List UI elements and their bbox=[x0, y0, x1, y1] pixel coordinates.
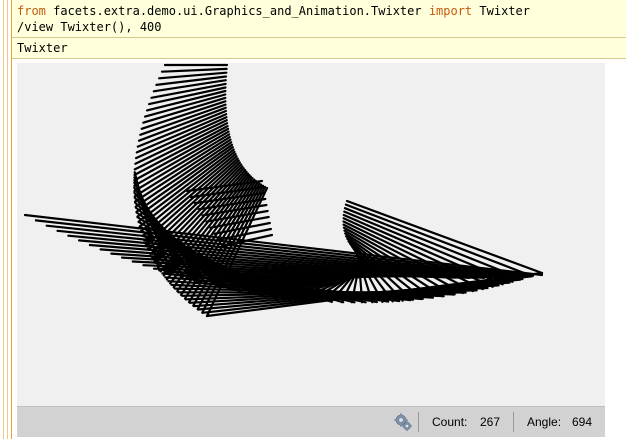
module-path: facets.extra.demo.ui.Graphics_and_Animat… bbox=[45, 4, 429, 18]
gutter-marker bbox=[7, 0, 8, 439]
keyword-from: from bbox=[17, 4, 46, 18]
angle-value: 694 bbox=[572, 415, 593, 429]
angle-label: Angle: bbox=[527, 415, 562, 429]
status-separator bbox=[418, 412, 419, 432]
status-separator bbox=[513, 412, 514, 432]
code-line-view[interactable]: /view Twixter(), 400 bbox=[17, 19, 162, 35]
code-line-import[interactable]: from facets.extra.demo.ui.Graphics_and_A… bbox=[17, 3, 530, 19]
keyword-import: import bbox=[428, 4, 473, 18]
twixter-line bbox=[160, 67, 228, 73]
gutter-marker bbox=[3, 0, 4, 439]
twixter-view: Count: 267 Angle: 694 bbox=[17, 63, 605, 437]
output-cell-header: Twixter bbox=[12, 38, 626, 59]
twixter-line-group bbox=[23, 63, 544, 318]
output-title: Twixter bbox=[17, 41, 68, 55]
gears-icon[interactable] bbox=[393, 412, 413, 432]
count-label: Count: bbox=[432, 415, 468, 429]
input-cell[interactable]: from facets.extra.demo.ui.Graphics_and_A… bbox=[12, 0, 626, 38]
count-value: 267 bbox=[480, 415, 501, 429]
notebook-window: from facets.extra.demo.ui.Graphics_and_A… bbox=[0, 0, 626, 439]
status-bar: Count: 267 Angle: 694 bbox=[17, 406, 605, 437]
import-name: Twixter bbox=[472, 4, 530, 18]
twixter-canvas[interactable] bbox=[17, 63, 605, 406]
gutter-rule bbox=[11, 0, 12, 439]
